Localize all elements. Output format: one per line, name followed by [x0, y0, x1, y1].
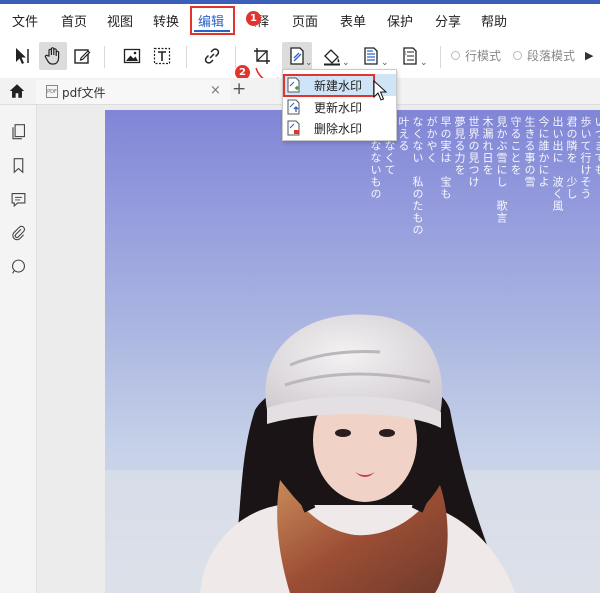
page-photo [105, 314, 600, 593]
select-tool-button[interactable] [8, 42, 36, 70]
header-footer-dropdown-caret[interactable]: ⌄ [381, 58, 389, 68]
link-icon [204, 48, 220, 64]
highlight-box-edit [190, 6, 235, 35]
watermark-dropdown-caret[interactable]: ⌄ [305, 58, 313, 68]
delete-watermark-icon [287, 120, 300, 136]
menu-home[interactable]: 首页 [61, 11, 87, 30]
attachment-icon[interactable] [10, 225, 27, 242]
menu-share[interactable]: 分享 [435, 11, 461, 30]
line-mode-label[interactable]: 行模式 [465, 47, 501, 64]
left-sidebar [0, 105, 37, 593]
close-tab-icon[interactable]: × [210, 83, 221, 98]
delete-watermark-item[interactable]: 删除水印 [283, 117, 396, 139]
document-tab-label: pdf文件 [62, 86, 106, 100]
paragraph-mode-radio[interactable] [513, 51, 522, 60]
link-tool-button[interactable] [198, 42, 226, 70]
menu-convert[interactable]: 转换 [153, 11, 179, 30]
hand-icon [44, 47, 60, 65]
menu-view[interactable]: 视图 [107, 11, 133, 30]
toolbar-separator [440, 46, 441, 68]
comment-icon[interactable] [10, 191, 27, 208]
document-tab[interactable]: PDF pdf文件 × [36, 80, 230, 104]
home-icon[interactable] [8, 82, 26, 100]
edit-box-icon [74, 49, 91, 64]
highlight-box-new-watermark [283, 74, 375, 97]
bates-dropdown-caret[interactable]: ⌄ [420, 58, 428, 68]
pages-icon[interactable] [10, 123, 27, 140]
cursor-select-icon [16, 48, 29, 64]
pdf-file-icon: PDF [46, 85, 58, 98]
menu-file[interactable]: 文件 [12, 11, 38, 30]
mouse-cursor-icon [373, 80, 388, 101]
paragraph-mode-label[interactable]: 段落模式 [527, 47, 575, 64]
toolbar-separator [235, 46, 236, 68]
toolbar-separator [104, 46, 105, 68]
menu-page[interactable]: 页面 [292, 11, 318, 30]
add-tab-icon[interactable]: + [232, 79, 246, 99]
text-box-icon [153, 47, 171, 65]
add-text-tool-button[interactable] [148, 42, 176, 70]
toolbar-scroll-right-icon[interactable]: ▶ [585, 49, 593, 62]
hand-tool-button[interactable] [39, 42, 67, 70]
update-watermark-label: 更新水印 [314, 101, 363, 115]
toolbar-separator [186, 46, 187, 68]
menu-protect[interactable]: 保护 [387, 11, 413, 30]
search-icon[interactable] [10, 258, 27, 275]
header-footer-icon [364, 47, 378, 65]
menu-bar: 文件 首页 视图 转换 编辑 注释 页面 表单 保护 分享 帮助 [0, 4, 600, 36]
update-watermark-icon [287, 99, 300, 115]
step-badge-1: 1 [246, 11, 261, 26]
line-mode-radio[interactable] [451, 51, 460, 60]
pdf-page[interactable]: いつまでも 歩いて行けそう 君の隣を 少し 出い出に 波く風 今に誰かによ 生きる事の雪守… [105, 110, 600, 593]
background-dropdown-caret[interactable]: ⌄ [342, 58, 350, 68]
bookmark-icon[interactable] [10, 157, 27, 174]
menu-help[interactable]: 帮助 [481, 11, 507, 30]
paint-bucket-icon [324, 49, 340, 66]
add-image-tool-button[interactable] [118, 42, 146, 70]
bates-number-icon: 1 [403, 47, 417, 65]
image-icon [123, 48, 141, 64]
edit-text-tool-button[interactable] [68, 42, 96, 70]
delete-watermark-label: 删除水印 [314, 122, 363, 136]
menu-form[interactable]: 表单 [340, 11, 366, 30]
